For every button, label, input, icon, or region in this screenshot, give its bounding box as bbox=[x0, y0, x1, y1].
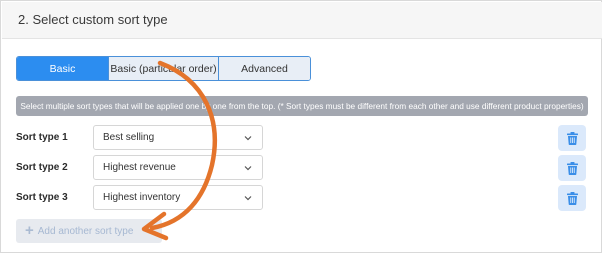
add-sort-type-label: Add another sort type bbox=[37, 225, 134, 237]
chevron-down-icon bbox=[244, 196, 252, 201]
sort-settings-panel: 2. Select custom sort type Basic Basic (… bbox=[0, 0, 602, 253]
sort-type-select[interactable]: Highest revenue bbox=[93, 155, 263, 180]
section-title: 2. Select custom sort type bbox=[18, 12, 168, 27]
sort-type-row: Sort type 1 Best selling bbox=[16, 125, 588, 151]
tab-basic[interactable]: Basic bbox=[17, 57, 108, 80]
delete-sort-type-button[interactable] bbox=[558, 125, 586, 151]
sort-type-label: Sort type 3 bbox=[16, 192, 68, 203]
sort-type-label: Sort type 2 bbox=[16, 162, 68, 173]
sort-type-select[interactable]: Best selling bbox=[93, 125, 263, 150]
trash-icon bbox=[566, 161, 578, 175]
info-banner: Select multiple sort types that will be … bbox=[16, 96, 588, 116]
sort-type-label: Sort type 1 bbox=[16, 132, 68, 143]
chevron-down-icon bbox=[244, 166, 252, 171]
sort-type-value: Highest inventory bbox=[103, 192, 181, 203]
tab-basic-particular-order[interactable]: Basic (particular order) bbox=[108, 57, 218, 80]
tab-advanced[interactable]: Advanced bbox=[218, 57, 310, 80]
sort-type-value: Highest revenue bbox=[103, 162, 176, 173]
trash-icon bbox=[566, 191, 578, 205]
sort-type-select[interactable]: Highest inventory bbox=[93, 185, 263, 210]
sort-mode-tabs: Basic Basic (particular order) Advanced bbox=[16, 56, 311, 81]
sort-type-value: Best selling bbox=[103, 132, 155, 143]
trash-icon bbox=[566, 131, 578, 145]
sort-type-row: Sort type 3 Highest inventory bbox=[16, 185, 588, 211]
section-header: 2. Select custom sort type bbox=[2, 2, 602, 39]
delete-sort-type-button[interactable] bbox=[558, 185, 586, 211]
add-sort-type-button[interactable]: + Add another sort type bbox=[16, 219, 162, 243]
chevron-down-icon bbox=[244, 136, 252, 141]
delete-sort-type-button[interactable] bbox=[558, 155, 586, 181]
plus-icon: + bbox=[25, 222, 34, 239]
sort-type-row: Sort type 2 Highest revenue bbox=[16, 155, 588, 181]
